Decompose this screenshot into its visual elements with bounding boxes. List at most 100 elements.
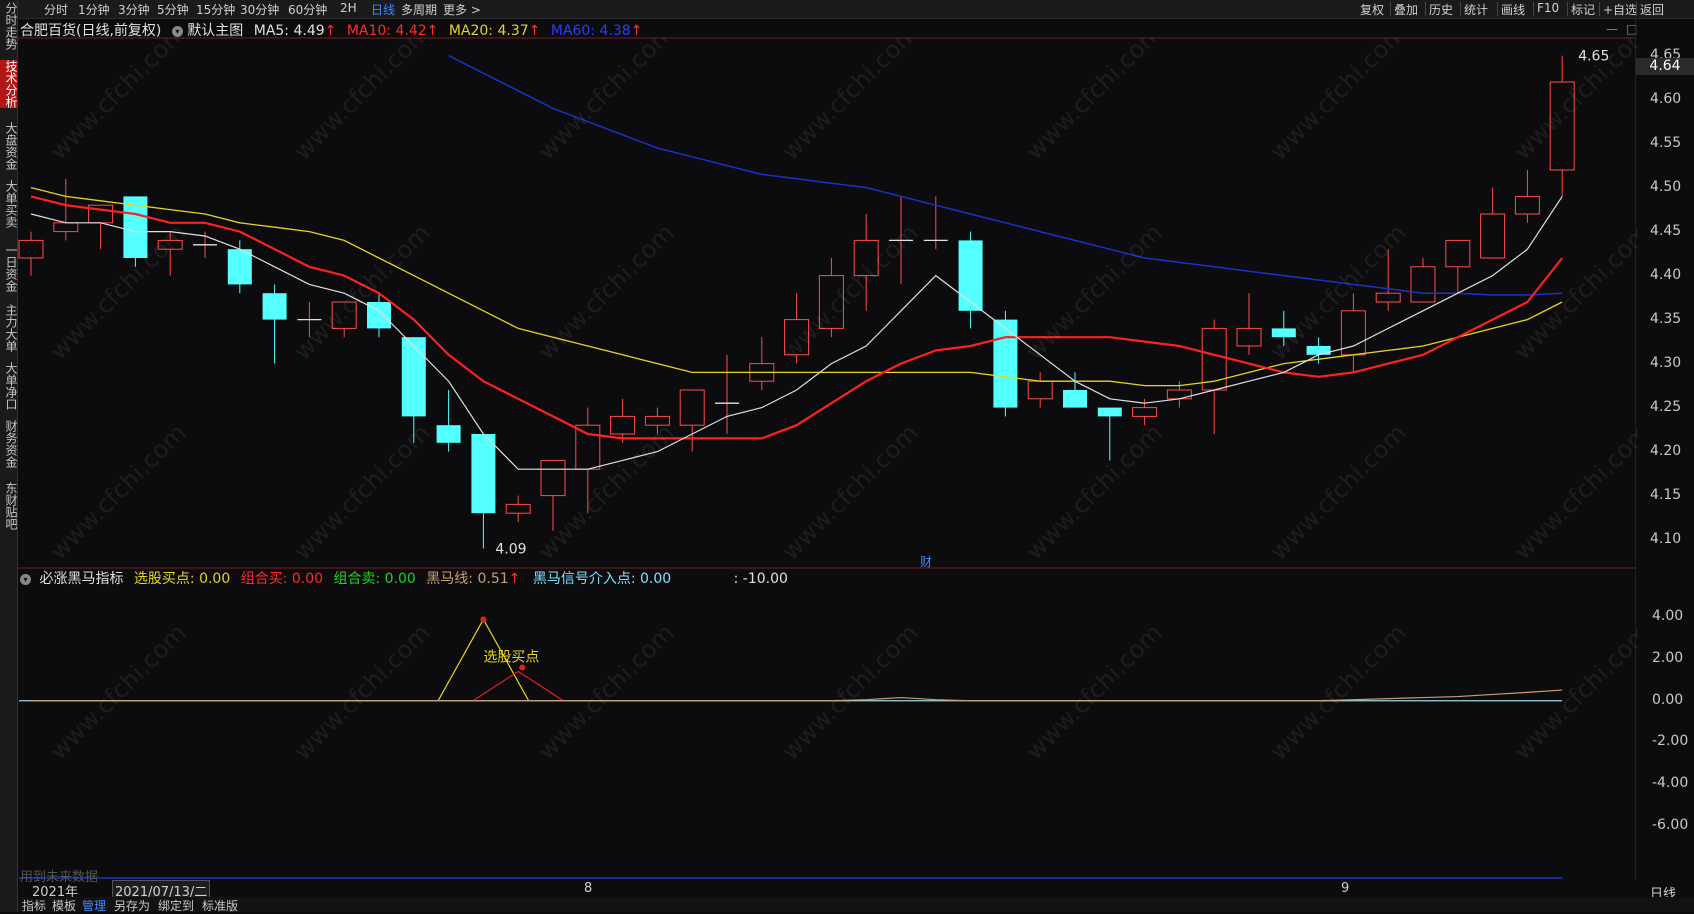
price-axis-label: 4.55: [1650, 134, 1682, 151]
candle-body-up: [575, 424, 601, 470]
toolbar-right-6[interactable]: 标记: [1571, 1, 1595, 18]
toolbar-right-4[interactable]: 画线: [1501, 1, 1525, 18]
indicator-axis-label: 4.00: [1652, 608, 1684, 625]
sidebar-item-1[interactable]: 技术分析: [0, 60, 18, 108]
sidebar-item-4[interactable]: 一日资金: [0, 244, 18, 292]
price-axis-label: 4.25: [1650, 398, 1682, 415]
candle-body-up: [853, 239, 879, 277]
candle-body-up: [818, 275, 844, 329]
price-axis-label: 4.20: [1650, 442, 1682, 459]
candle-body-down: [262, 293, 287, 320]
period-tab-2[interactable]: 3分钟: [118, 1, 150, 18]
candle-body-up: [679, 389, 705, 426]
indicator-horse-signal: 黑马信号介入点: 0.00: [532, 571, 672, 587]
buy-point-annotation: 选股买点: [483, 649, 539, 665]
candle-body-down: [1097, 407, 1122, 417]
sidebar-item-7[interactable]: 财务资金: [0, 420, 18, 468]
candle-body-up: [1514, 195, 1540, 215]
period-tab-5[interactable]: 30分钟: [240, 1, 279, 18]
period-tab-1[interactable]: 1分钟: [78, 1, 110, 18]
bottom-tab-0[interactable]: 指标: [22, 897, 46, 914]
toolbar-separator: [1567, 2, 1568, 16]
toolbar-right-0[interactable]: 复权: [1360, 1, 1384, 18]
indicator-axis-label: -4.00: [1652, 775, 1689, 792]
ma60-line: [448, 54, 1563, 296]
toolbar-separator: [1533, 2, 1534, 16]
indicator-combo-sell: 组合卖: 0.00: [333, 571, 416, 587]
toolbar-separator: [1497, 2, 1498, 16]
candle-body-down: [958, 240, 983, 311]
bottom-tab-1[interactable]: 模板: [52, 897, 76, 914]
indicator-legend: ▾ 必涨黑马指标 选股买点: 0.00 组合买: 0.00 组合卖: 0.00 …: [20, 568, 788, 587]
price-axis-label: 4.50: [1650, 178, 1682, 195]
indicator-axis-label: 0.00: [1652, 691, 1684, 708]
period-tab-7[interactable]: 2H: [340, 1, 357, 15]
toolbar-right-5[interactable]: F10: [1537, 1, 1559, 15]
finance-marker: 财: [920, 555, 932, 569]
price-axis-label: 4.60: [1650, 90, 1682, 107]
toolbar-right-3[interactable]: 统计: [1464, 1, 1488, 18]
candle-body-down: [401, 337, 426, 417]
indicator-settings-icon[interactable]: ▾: [20, 574, 31, 585]
period-tab-8[interactable]: 日线: [371, 1, 395, 18]
sidebar-item-0[interactable]: 分时走势: [0, 2, 18, 50]
candle-body-up: [1027, 380, 1053, 400]
month-label-8: 8: [584, 881, 593, 896]
indicator-axis-label: -6.00: [1652, 816, 1689, 833]
candle-body-up: [505, 503, 531, 514]
candle-body-down: [471, 434, 496, 514]
candle-body-up: [1410, 266, 1436, 303]
period-tab-4[interactable]: 15分钟: [196, 1, 235, 18]
candle-body-down: [1306, 346, 1331, 355]
date-axis: 2021年 2021/07/13/二 8 9: [18, 880, 1694, 901]
candle-body-up: [53, 222, 79, 233]
sidebar-item-3[interactable]: 大单买卖: [0, 180, 18, 228]
toolbar-right-7[interactable]: +自选: [1603, 1, 1637, 18]
price-axis-label: 4.30: [1650, 354, 1682, 371]
indicator-name[interactable]: 必涨黑马指标: [39, 571, 123, 587]
candle-body-up: [1445, 239, 1471, 268]
sidebar-item-8[interactable]: 东财贴吧: [0, 482, 18, 530]
candle-body-up: [1166, 389, 1192, 400]
price-axis-label: 4.45: [1650, 222, 1682, 239]
sidebar-item-2[interactable]: 大盘资金: [0, 122, 18, 170]
bottom-toolbar: 指标 模板 管理 另存为 绑定到 标准版: [18, 897, 1694, 914]
candle-body-down: [1063, 390, 1087, 408]
horse-line-arrow: ↑: [508, 571, 521, 587]
toolbar-right-2[interactable]: 历史: [1429, 1, 1453, 18]
toolbar-right-8[interactable]: 返回: [1640, 1, 1664, 18]
period-tab-6[interactable]: 60分钟: [288, 1, 327, 18]
toolbar-separator: [1460, 2, 1461, 16]
bottom-tab-4[interactable]: 绑定到: [158, 897, 194, 914]
price-axis-label: 4.35: [1650, 310, 1682, 327]
combo-signal-dot: [519, 664, 526, 671]
low-marker-label: 4.09: [495, 541, 526, 557]
bottom-tab-3[interactable]: 另存为: [114, 897, 150, 914]
month-label-9: 9: [1341, 881, 1350, 896]
main-chart[interactable]: 4.65 4.09 财选股买点: [18, 18, 1636, 880]
candle-body-down: [227, 249, 252, 285]
period-tab-0[interactable]: 分时: [44, 1, 68, 18]
candle-body-down: [436, 425, 461, 443]
toolbar-separator: [1636, 2, 1637, 16]
candle-body-up: [331, 301, 357, 329]
indicator-axis-label: -2.00: [1652, 733, 1689, 750]
period-tab-3[interactable]: 5分钟: [157, 1, 189, 18]
sidebar-item-6[interactable]: 大单净口: [0, 362, 18, 410]
bottom-tab-2[interactable]: 管理: [82, 897, 106, 914]
indicator-buy: 选股买点: 0.00: [133, 571, 231, 587]
bottom-tab-5[interactable]: 标准版: [202, 897, 238, 914]
indicator-axis-label: 2.00: [1652, 650, 1684, 666]
high-marker-label: 4.65: [1578, 49, 1609, 65]
candle-body-up: [1549, 81, 1575, 171]
sidebar-item-5[interactable]: 主力大单: [0, 304, 18, 352]
toolbar-right-1[interactable]: 叠加: [1394, 1, 1418, 18]
toolbar-separator: [1425, 2, 1426, 16]
candle-body-up: [1132, 407, 1158, 417]
period-tab-10[interactable]: 更多 >: [443, 1, 481, 18]
candle-body-up: [1375, 292, 1401, 303]
candle-body-up: [610, 415, 636, 435]
price-axis-label: 4.40: [1650, 266, 1682, 283]
indicator-horse-line: 黑马线: 0.51: [426, 571, 509, 587]
period-tab-9[interactable]: 多周期: [401, 1, 437, 18]
